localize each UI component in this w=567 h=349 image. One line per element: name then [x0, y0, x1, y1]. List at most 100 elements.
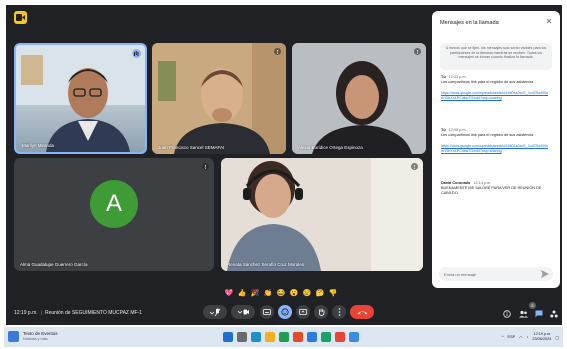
activities-button[interactable]: [549, 309, 559, 319]
chat-panel: Mensajes en la llamada ✕ A menos que se …: [432, 11, 560, 288]
camera-icon: [237, 309, 249, 315]
avatar: A: [90, 180, 138, 228]
participant-video-3: [292, 43, 426, 154]
more-options-button[interactable]: [332, 305, 346, 319]
raise-hand-button[interactable]: [314, 305, 328, 319]
chat-message: David Coronado 12:14 p.m. BUENAMENTE ME S…: [441, 181, 551, 196]
language-indicator[interactable]: ESP: [508, 335, 516, 339]
message-text: BUENAMENTE ME SALDRÉ PARA VER DE REUNIÓN…: [441, 186, 542, 195]
meet-logo: [14, 11, 27, 24]
microphone-options-icon: [209, 308, 221, 316]
chat-button[interactable]: [534, 309, 544, 319]
reaction-sad[interactable]: 😢: [302, 289, 312, 299]
excel-icon[interactable]: [321, 332, 331, 342]
participant-name: Renata Sánchez Serafín Cruz Morales: [227, 262, 305, 267]
notifications-icon[interactable]: ▢: [555, 335, 559, 340]
participant-tile-5[interactable]: Renata Sánchez Serafín Cruz Morales: [221, 158, 423, 271]
present-screen-button[interactable]: [296, 305, 310, 319]
news-widget-title[interactable]: Texto de Eventos: [23, 331, 58, 336]
volume-icon[interactable]: ♪: [526, 335, 528, 339]
more-options-icon[interactable]: [274, 48, 281, 55]
participant-name: Marilyn Miranda: [22, 143, 55, 148]
present-screen-icon: [299, 308, 307, 315]
reaction-heart[interactable]: 💖: [224, 289, 234, 299]
reaction-clap[interactable]: 👏: [263, 289, 273, 299]
news-widget-subtitle: Noticias y más: [23, 337, 48, 341]
captions-icon: [263, 309, 271, 315]
chat-message-input[interactable]: [444, 270, 534, 278]
message-time: 12:03 p.m.: [448, 75, 467, 79]
info-icon: [503, 310, 511, 318]
search-icon[interactable]: [237, 332, 247, 342]
message-link[interactable]: https://docs.google.com/spreadsheets/d/1…: [441, 144, 551, 154]
meeting-separator: |: [40, 310, 42, 316]
edge-browser-icon[interactable]: [279, 332, 289, 342]
reaction-party[interactable]: 🎉: [250, 289, 260, 299]
outlook-icon[interactable]: [349, 332, 359, 342]
hang-up-icon: [357, 310, 367, 314]
emoji-icon: [281, 308, 289, 316]
reaction-thinking[interactable]: 🤔: [315, 289, 325, 299]
message-time: 12:05 p.m.: [448, 128, 467, 132]
task-view-icon[interactable]: [251, 332, 261, 342]
wifi-icon[interactable]: ◠: [519, 335, 522, 340]
meeting-time: 12:19 p.m.: [14, 310, 38, 316]
message-text: Les compartimos link para el registro de…: [441, 133, 534, 137]
more-options-icon[interactable]: [411, 163, 418, 170]
reaction-thumbs-up[interactable]: 👍: [237, 289, 247, 299]
chat-message: Tú 12:03 p.m. Les compartimos link para e…: [441, 75, 551, 101]
message-time: 12:14 p.m.: [473, 181, 492, 185]
toggle-camera-button[interactable]: [231, 305, 255, 319]
captions-button[interactable]: [260, 305, 274, 319]
message-sender: Tú: [441, 128, 446, 132]
close-icon[interactable]: ✕: [545, 18, 553, 26]
people-icon: [518, 310, 528, 318]
reaction-bar: 💖 👍 🎉 👏 😂 😮 😢 🤔 👎: [224, 288, 338, 300]
participant-name: Alexia Eurídice Ortega Espinoza: [298, 145, 363, 150]
more-vert-icon: [338, 308, 340, 316]
participant-tile-2[interactable]: Juan Francisco Sancel SEMAFAI: [152, 43, 286, 154]
meeting-details-button[interactable]: [502, 309, 512, 319]
windows-taskbar: Texto de Eventos Noticias y más ^ ESP ◠ …: [4, 327, 563, 347]
clock[interactable]: 12:19 p.m. 23/06/2024: [532, 332, 551, 342]
news-widget-icon[interactable]: [8, 331, 19, 342]
chat-info-notice: A menos que se fijen, los mensajes solo …: [440, 43, 552, 70]
send-icon[interactable]: [541, 270, 549, 278]
leave-call-button[interactable]: [350, 305, 374, 319]
chat-message: Tú 12:05 p.m. Les compartimos link para e…: [441, 128, 551, 154]
meeting-name: Reunión de SEGUIMIENTO MUCPAZ MF-1: [44, 310, 143, 316]
toggle-microphone-button[interactable]: [203, 305, 227, 319]
participant-name: Alma Guadalupe Guerrero García: [20, 262, 88, 267]
message-sender: Tú: [441, 75, 446, 79]
message-text: Les compartimos link para el registro de…: [441, 80, 534, 84]
meet-window: Marilyn Miranda Juan Francisco Sancel SE…: [6, 5, 562, 325]
raise-hand-icon: [318, 308, 324, 316]
file-explorer-icon[interactable]: [265, 332, 275, 342]
participant-tile-1[interactable]: Marilyn Miranda: [14, 43, 147, 154]
participant-tile-4[interactable]: A Alma Guadalupe Guerrero García: [14, 158, 214, 271]
participant-video-2: [152, 43, 286, 154]
powerpoint-icon[interactable]: [335, 332, 345, 342]
start-menu-icon[interactable]: [223, 332, 233, 342]
speaking-indicator-icon: [132, 49, 141, 58]
chat-input-box[interactable]: [439, 267, 553, 281]
participant-video-1: [16, 45, 145, 152]
tray-chevron-icon[interactable]: ^: [502, 335, 504, 339]
emoji-reactions-button[interactable]: [278, 305, 292, 319]
reaction-thumbs-down[interactable]: 👎: [328, 289, 338, 299]
more-options-icon[interactable]: [202, 163, 209, 170]
more-options-icon[interactable]: [414, 48, 421, 55]
activities-icon: [550, 310, 558, 318]
meeting-info: 12:19 p.m. | Reunión de SEGUIMIENTO MUCPAZ…: [14, 310, 142, 316]
people-button[interactable]: [518, 309, 528, 319]
message-link[interactable]: https://docs.google.com/spreadsheets/d/1…: [441, 91, 551, 101]
word-icon[interactable]: [307, 332, 317, 342]
chrome-browser-icon[interactable]: [293, 332, 303, 342]
participant-tile-3[interactable]: Alexia Eurídice Ortega Espinoza: [292, 43, 426, 154]
reaction-laugh[interactable]: 😂: [276, 289, 286, 299]
people-count-badge: 5: [529, 302, 536, 309]
participant-video-5: [221, 158, 423, 271]
chat-icon: [535, 310, 543, 318]
reaction-surprised[interactable]: 😮: [289, 289, 299, 299]
message-sender: David Coronado: [441, 181, 471, 185]
